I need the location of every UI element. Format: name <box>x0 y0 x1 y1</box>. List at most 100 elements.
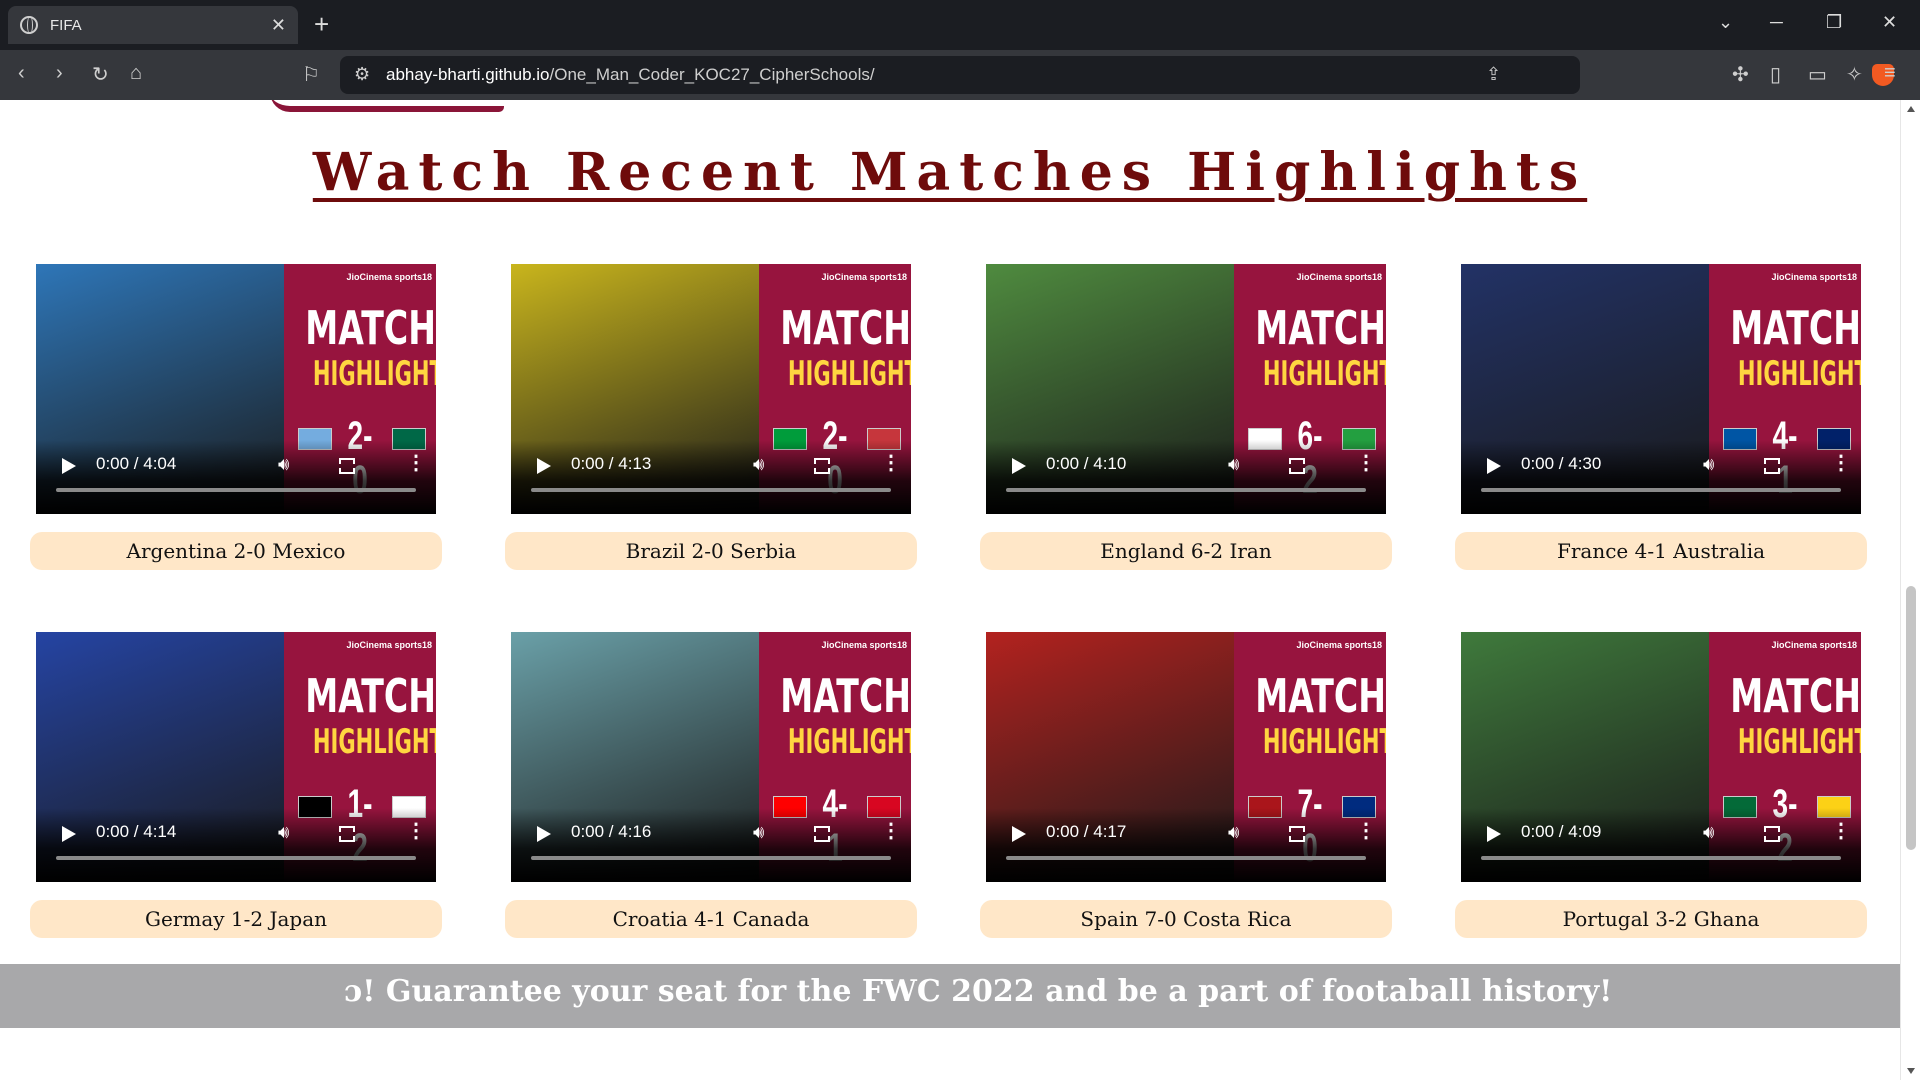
play-icon[interactable] <box>1487 458 1501 474</box>
wallet-icon[interactable]: ▭ <box>1808 62 1827 87</box>
more-options-icon[interactable]: ⋮ <box>1831 450 1851 475</box>
forward-icon[interactable]: › <box>56 62 63 85</box>
browser-tab[interactable]: FIFA ✕ <box>8 6 298 44</box>
sidebar-icon[interactable]: ▯ <box>1770 62 1781 87</box>
fullscreen-icon[interactable] <box>1764 458 1780 474</box>
bookmark-icon[interactable]: ⚐ <box>302 62 320 87</box>
volume-icon[interactable]: 🔊︎ <box>753 454 764 475</box>
video-progress-bar[interactable] <box>1481 488 1841 492</box>
home-icon[interactable]: ⌂ <box>130 62 142 85</box>
fullscreen-icon[interactable] <box>814 826 830 842</box>
video-player[interactable]: JioCinema sports18 MATCH HIGHLIGHTS 7-0 … <box>986 632 1386 882</box>
video-progress-bar[interactable] <box>1481 856 1841 860</box>
video-controls: 0:00 / 4:04 🔊︎ ⋮ <box>36 440 436 514</box>
match-text: MATCH <box>780 301 911 355</box>
broadcaster-logos: JioCinema sports18 <box>1296 272 1382 282</box>
leo-ai-icon[interactable]: ✧ <box>1846 62 1863 87</box>
volume-icon[interactable]: 🔊︎ <box>753 822 764 843</box>
video-player[interactable]: JioCinema sports18 MATCH HIGHLIGHTS 6-2 … <box>986 264 1386 514</box>
broadcaster-logos: JioCinema sports18 <box>821 272 907 282</box>
match-label: France 4-1 Australia <box>1455 532 1867 570</box>
fullscreen-icon[interactable] <box>1289 826 1305 842</box>
video-progress-bar[interactable] <box>531 488 891 492</box>
new-tab-button[interactable]: + <box>314 10 329 38</box>
fullscreen-icon[interactable] <box>1289 458 1305 474</box>
video-controls: 0:00 / 4:14 🔊︎ ⋮ <box>36 808 436 882</box>
highlights-text: HIGHLIGHTS <box>1262 722 1386 762</box>
match-label: England 6-2 Iran <box>980 532 1392 570</box>
back-icon[interactable]: ‹ <box>18 62 25 85</box>
fullscreen-icon[interactable] <box>814 458 830 474</box>
match-text: MATCH <box>1255 301 1386 355</box>
play-icon[interactable] <box>1012 458 1026 474</box>
minimize-button[interactable]: ─ <box>1770 12 1783 33</box>
volume-icon[interactable]: 🔊︎ <box>1228 454 1239 475</box>
more-options-icon[interactable]: ⋮ <box>881 818 901 843</box>
more-options-icon[interactable]: ⋮ <box>1356 450 1376 475</box>
volume-icon[interactable]: 🔊︎ <box>1703 454 1714 475</box>
play-icon[interactable] <box>537 458 551 474</box>
browser-tab-bar: FIFA ✕ + ⌄ ─ ❐ ✕ <box>0 0 1920 50</box>
video-progress-bar[interactable] <box>1006 856 1366 860</box>
match-label: Portugal 3-2 Ghana <box>1455 900 1867 938</box>
fullscreen-icon[interactable] <box>1764 826 1780 842</box>
site-logo-fragment <box>270 100 504 112</box>
match-label: Argentina 2-0 Mexico <box>30 532 442 570</box>
play-icon[interactable] <box>1487 826 1501 842</box>
play-icon[interactable] <box>1012 826 1026 842</box>
volume-icon[interactable]: 🔊︎ <box>1228 822 1239 843</box>
match-text: MATCH <box>780 669 911 723</box>
fullscreen-icon[interactable] <box>339 826 355 842</box>
video-controls: 0:00 / 4:13 🔊︎ ⋮ <box>511 440 911 514</box>
url-path: /One_Man_Coder_KOC27_CipherSchools/ <box>549 65 875 84</box>
more-options-icon[interactable]: ⋮ <box>881 450 901 475</box>
scrollbar-thumb[interactable] <box>1906 586 1916 850</box>
video-progress-bar[interactable] <box>531 856 891 860</box>
video-progress-bar[interactable] <box>56 856 416 860</box>
scroll-up-icon[interactable] <box>1907 106 1915 112</box>
video-player[interactable]: JioCinema sports18 MATCH HIGHLIGHTS 4-1 … <box>1461 264 1861 514</box>
broadcaster-logos: JioCinema sports18 <box>346 640 432 650</box>
broadcaster-logos: JioCinema sports18 <box>1771 640 1857 650</box>
tab-search-icon[interactable]: ⌄ <box>1718 12 1733 33</box>
video-controls: 0:00 / 4:30 🔊︎ ⋮ <box>1461 440 1861 514</box>
video-player[interactable]: JioCinema sports18 MATCH HIGHLIGHTS 3-2 … <box>1461 632 1861 882</box>
volume-icon[interactable]: 🔊︎ <box>278 454 289 475</box>
more-options-icon[interactable]: ⋮ <box>406 450 426 475</box>
reload-icon[interactable]: ↻ <box>92 62 109 87</box>
browser-toolbar: ‹ › ↻ ⌂ ⚐ ⚙ abhay-bharti.github.io /One_… <box>0 50 1920 100</box>
menu-icon[interactable]: ≡ <box>1884 62 1896 85</box>
video-progress-bar[interactable] <box>1006 488 1366 492</box>
play-icon[interactable] <box>62 458 76 474</box>
highlights-text: HIGHLIGHTS <box>787 354 911 394</box>
volume-icon[interactable]: 🔊︎ <box>278 822 289 843</box>
video-player[interactable]: JioCinema sports18 MATCH HIGHLIGHTS 4-1 … <box>511 632 911 882</box>
extensions-icon[interactable]: ✣ <box>1732 62 1749 87</box>
share-icon[interactable]: ⇪ <box>1486 64 1501 85</box>
scroll-down-icon[interactable] <box>1907 1068 1915 1074</box>
video-player[interactable]: JioCinema sports18 MATCH HIGHLIGHTS 1-2 … <box>36 632 436 882</box>
page-scrollbar[interactable] <box>1900 100 1920 1080</box>
close-window-button[interactable]: ✕ <box>1882 12 1897 33</box>
volume-icon[interactable]: 🔊︎ <box>1703 822 1714 843</box>
video-player[interactable]: JioCinema sports18 MATCH HIGHLIGHTS 2-0 … <box>511 264 911 514</box>
video-progress-bar[interactable] <box>56 488 416 492</box>
close-tab-icon[interactable]: ✕ <box>271 15 286 36</box>
site-settings-icon[interactable]: ⚙ <box>354 64 370 85</box>
fullscreen-icon[interactable] <box>339 458 355 474</box>
more-options-icon[interactable]: ⋮ <box>406 818 426 843</box>
video-time: 0:00 / 4:17 <box>1046 822 1127 841</box>
match-label: Brazil 2-0 Serbia <box>505 532 917 570</box>
match-text: MATCH <box>305 669 436 723</box>
tab-title: FIFA <box>50 16 82 34</box>
match-label: Spain 7-0 Costa Rica <box>980 900 1392 938</box>
video-player[interactable]: JioCinema sports18 MATCH HIGHLIGHTS 2-0 … <box>36 264 436 514</box>
more-options-icon[interactable]: ⋮ <box>1831 818 1851 843</box>
restore-button[interactable]: ❐ <box>1826 12 1842 33</box>
video-time: 0:00 / 4:16 <box>571 822 652 841</box>
play-icon[interactable] <box>537 826 551 842</box>
address-bar[interactable]: ⚙ abhay-bharti.github.io /One_Man_Coder_… <box>340 56 1894 94</box>
more-options-icon[interactable]: ⋮ <box>1356 818 1376 843</box>
video-time: 0:00 / 4:10 <box>1046 454 1127 473</box>
play-icon[interactable] <box>62 826 76 842</box>
